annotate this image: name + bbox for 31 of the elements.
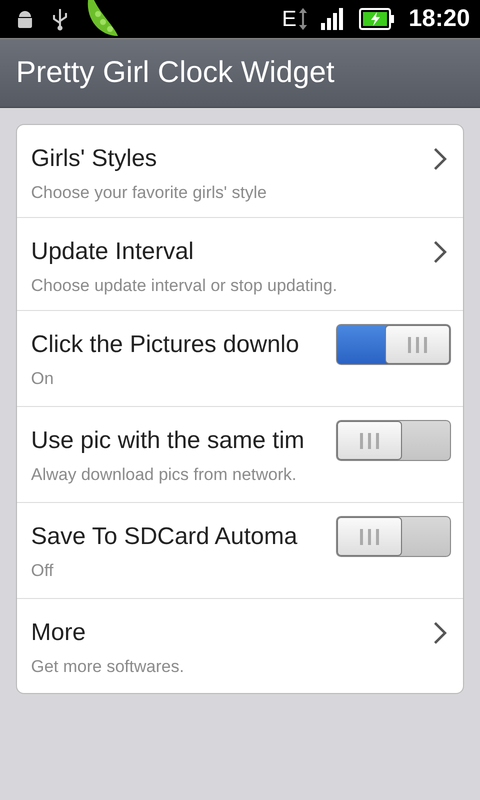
setting-summary: Choose your favorite girls' style: [31, 183, 268, 203]
setting-summary: Get more softwares.: [31, 657, 186, 677]
setting-summary: Alway download pics from network.: [31, 465, 298, 485]
setting-title: Save To SDCard Automa: [31, 523, 298, 551]
usb-icon: [50, 7, 70, 31]
settings-row[interactable]: Girls' Styles Choose your favorite girls' style: [17, 125, 463, 217]
settings-row[interactable]: Click the Pictures downlo On: [17, 310, 463, 406]
setting-summary: On: [31, 369, 55, 389]
setting-summary: Choose update interval or stop updating.: [31, 276, 338, 296]
setting-title: Update Interval: [31, 238, 195, 266]
toggle-switch[interactable]: [336, 324, 451, 365]
clock-time: 18:20: [408, 5, 470, 33]
toggle-switch[interactable]: [336, 420, 451, 461]
setting-title: Use pic with the same tim: [31, 427, 306, 455]
network-type: E: [282, 6, 297, 32]
setting-title: More: [31, 619, 87, 647]
settings-row[interactable]: Use pic with the same tim Alway download pics from network.: [17, 406, 463, 502]
chevron-right-icon: [433, 240, 447, 264]
chevron-right-icon: [433, 147, 447, 171]
chevron-right-icon: [433, 621, 447, 645]
signal-icon: [320, 8, 345, 30]
app-title: Pretty Girl Clock Widget: [16, 56, 334, 90]
toggle-switch[interactable]: [336, 516, 451, 557]
settings-row[interactable]: More Get more softwares.: [17, 598, 463, 693]
settings-row[interactable]: Save To SDCard Automa Off: [17, 502, 463, 598]
battery-charging-icon: [358, 8, 395, 30]
data-arrows-icon: [298, 7, 307, 31]
setting-title: Girls' Styles: [31, 145, 158, 173]
setting-title: Click the Pictures downlo: [31, 331, 300, 359]
settings-row[interactable]: Update Interval Choose update interval or stop updating.: [17, 217, 463, 310]
setting-summary: Off: [31, 561, 54, 581]
